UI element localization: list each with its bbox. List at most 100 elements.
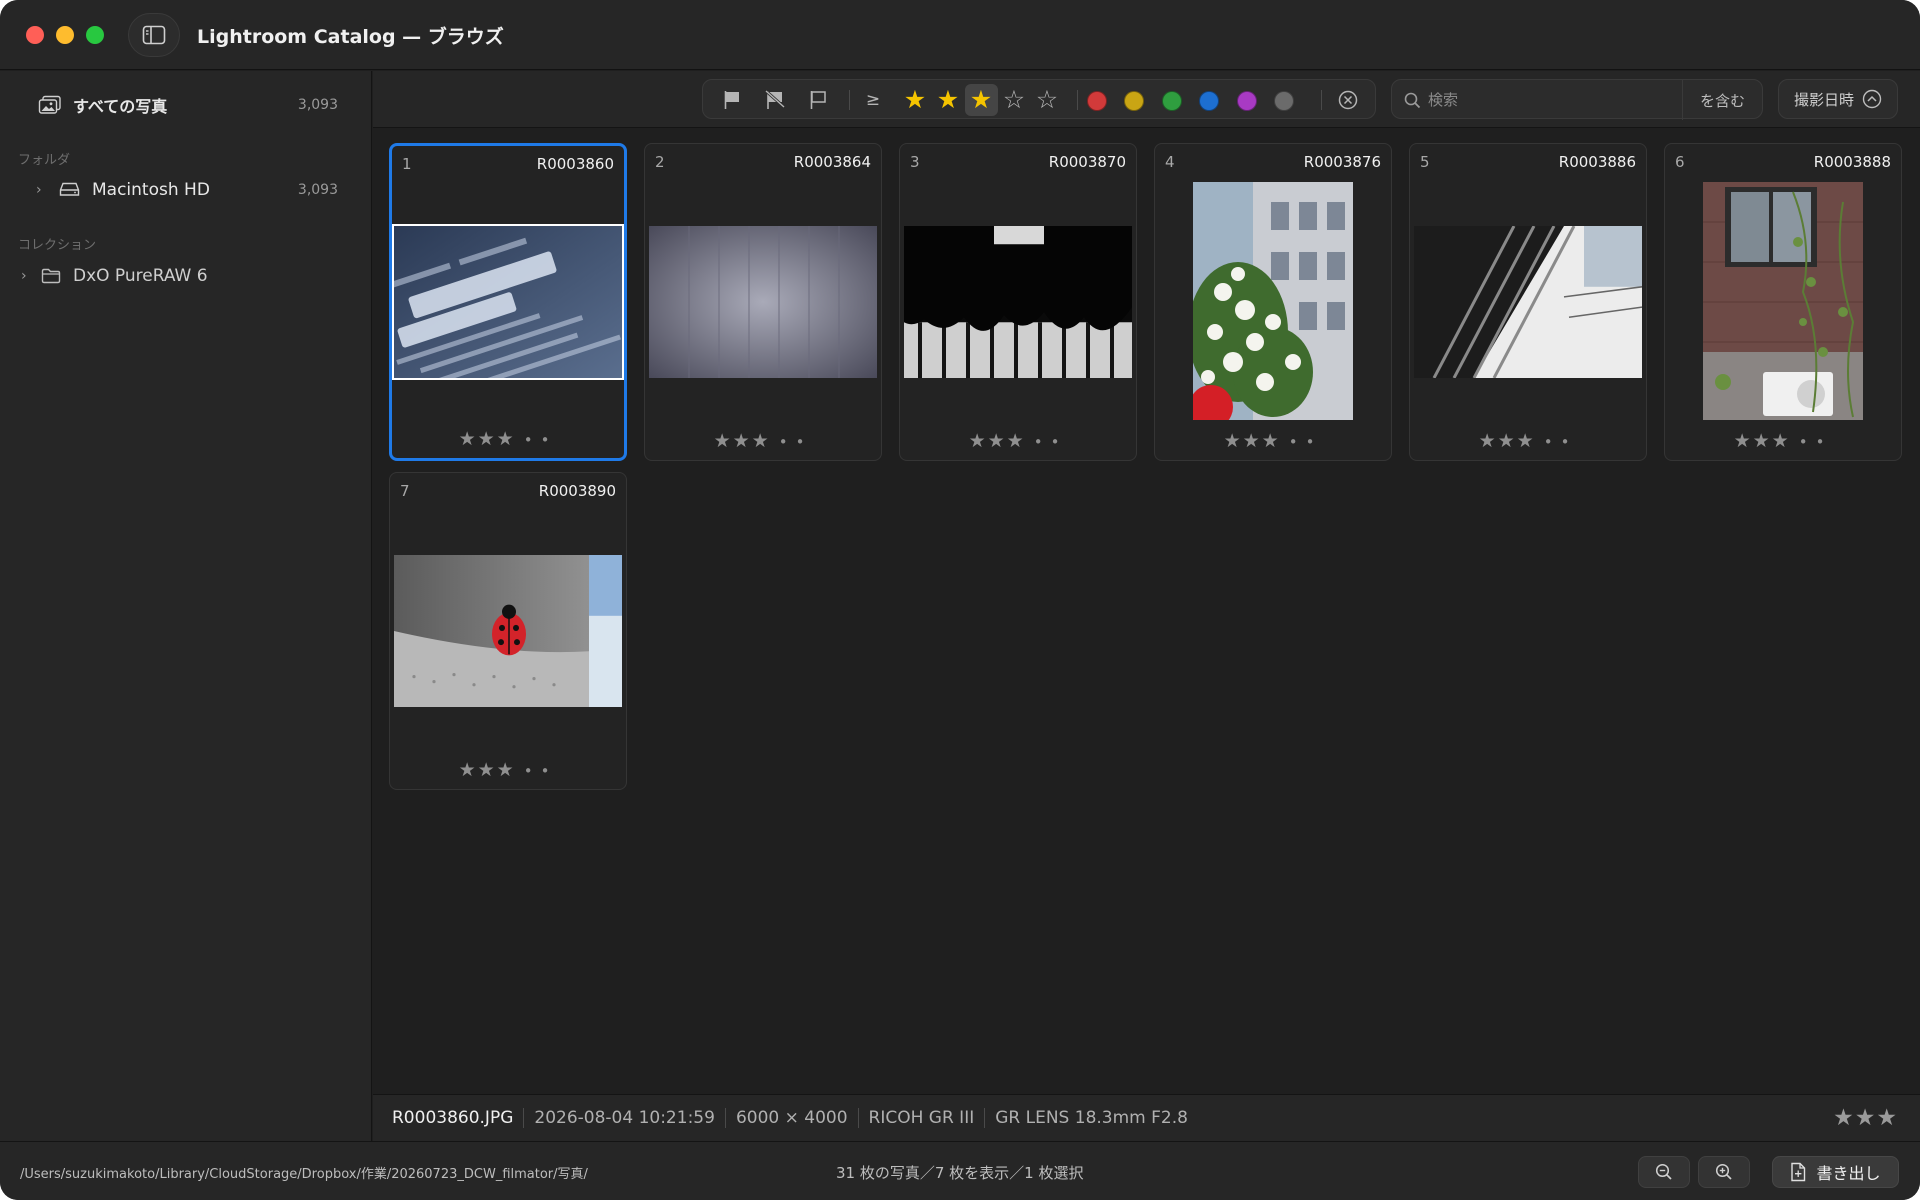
photo-rating[interactable]: ★★★ ••	[900, 430, 1136, 452]
rating-filter: ★ ★ ★ ☆ ☆	[897, 80, 1065, 120]
photo-rating[interactable]: ★★★ ••	[1410, 430, 1646, 452]
folder-icon	[41, 268, 61, 284]
photo-rating[interactable]: ★★★ ••	[1665, 430, 1901, 452]
main-content: ≥ ★★★☆☆ を含む	[373, 71, 1920, 1141]
flag-filter-unflagged[interactable]	[803, 80, 833, 120]
photo-cell[interactable]: 6 R0003888 ★★★ ••	[1664, 143, 1902, 461]
close-window-button[interactable]	[26, 26, 44, 44]
sidebar-toggle-button[interactable]	[128, 13, 180, 57]
flag-outline-icon	[810, 91, 826, 109]
search-input[interactable]	[1428, 89, 1668, 111]
photo-cell[interactable]: 4 R0003876 ★★★ ••	[1154, 143, 1392, 461]
title-bar: Lightroom Catalog — ブラウズ	[0, 0, 1920, 70]
photo-rating[interactable]: ★★★ ••	[645, 430, 881, 452]
photo-index: 7	[400, 482, 410, 500]
sidebar-item-label: DxO PureRAW 6	[73, 266, 208, 286]
maximize-window-button[interactable]	[86, 26, 104, 44]
rating-filter-star-4[interactable]: ☆	[998, 84, 1031, 116]
sidebar-item-label: すべての写真	[73, 97, 168, 116]
photo-cell[interactable]: 7 R0003890 ★★★ ••	[389, 472, 627, 790]
info-camera: RICOH GR III	[857, 1108, 985, 1128]
sidebar-item-all-photos[interactable]: すべての写真 3,093	[0, 85, 372, 125]
photo-filename: R0003888	[1813, 153, 1891, 171]
flag-filled-icon	[724, 91, 739, 109]
flag-filter-rejected[interactable]	[760, 80, 790, 120]
drive-icon	[59, 182, 80, 196]
divider	[1077, 90, 1078, 110]
rating-filter-star-3[interactable]: ★	[964, 84, 998, 116]
sort-button[interactable]: 撮影日時	[1778, 79, 1898, 119]
rating-operator-button[interactable]: ≥	[858, 80, 888, 120]
photo-filename: R0003860	[536, 155, 614, 173]
sort-label: 撮影日時	[1793, 90, 1854, 109]
color-label-gray[interactable]	[1274, 91, 1294, 111]
info-datetime: 2026-08-04 10:21:59	[523, 1108, 725, 1128]
sidebar-item-dxo-pureraw[interactable]: › DxO PureRAW 6	[0, 256, 372, 296]
photo-cell[interactable]: 2 R0003864 ★★★ ••	[644, 143, 882, 461]
export-document-icon	[1791, 1162, 1806, 1182]
photo-filename: R0003886	[1558, 153, 1636, 171]
color-label-blue[interactable]	[1199, 91, 1220, 111]
zoom-out-icon	[1655, 1163, 1672, 1180]
info-lens: GR LENS 18.3mm F2.8	[984, 1108, 1198, 1128]
photo-thumbnail[interactable]	[392, 224, 624, 380]
sidebar-item-label: Macintosh HD	[92, 180, 210, 200]
sidebar-icon	[142, 25, 166, 45]
flag-filter-picked[interactable]	[717, 80, 747, 120]
flag-rejected-icon	[765, 90, 785, 109]
info-rating[interactable]: ★★★	[1833, 1105, 1898, 1131]
rating-filter-star-5[interactable]: ☆	[1031, 84, 1064, 116]
color-label-green[interactable]	[1161, 91, 1182, 111]
sidebar-item-macintosh-hd[interactable]: › Macintosh HD 3,093	[0, 170, 372, 210]
photo-cell[interactable]: 5 R0003886 ★★★ ••	[1409, 143, 1647, 461]
photo-filename: R0003876	[1303, 153, 1381, 171]
zoom-in-button[interactable]	[1698, 1156, 1750, 1188]
info-dimensions: 6000 × 4000	[724, 1108, 858, 1128]
photo-cell[interactable]: 3 R0003870 ★★★ ••	[899, 143, 1137, 461]
photo-rating[interactable]: ★★★ ••	[1155, 430, 1391, 452]
chevron-up-circle-icon	[1862, 89, 1882, 109]
photo-thumbnail[interactable]	[904, 226, 1132, 378]
photo-index: 3	[910, 153, 920, 171]
filter-bar: ≥ ★★★☆☆ を含む	[373, 71, 1920, 128]
info-filename: R0003860.JPG	[392, 1108, 514, 1128]
folders-section-header: フォルダ	[18, 153, 71, 168]
window-title: Lightroom Catalog — ブラウズ	[197, 26, 504, 48]
color-label-yellow[interactable]	[1124, 91, 1145, 111]
minimize-window-button[interactable]	[56, 26, 74, 44]
app-window: Lightroom Catalog — ブラウズ すべての写真 3,093 フォ…	[0, 0, 1920, 1200]
chevron-right-icon[interactable]: ›	[36, 182, 42, 198]
photo-index: 2	[655, 153, 665, 171]
photo-filename: R0003890	[538, 482, 616, 500]
photos-icon	[38, 95, 61, 114]
photo-index: 1	[402, 155, 412, 173]
color-label-red[interactable]	[1087, 91, 1107, 111]
photo-cell[interactable]: 1 R0003860 ★★★ ••	[389, 143, 627, 461]
zoom-out-button[interactable]	[1638, 1156, 1690, 1188]
rating-filter-star-2[interactable]: ★	[932, 84, 965, 116]
photo-thumbnail[interactable]	[649, 226, 877, 378]
photo-filename: R0003870	[1048, 153, 1126, 171]
photo-index: 6	[1675, 153, 1685, 171]
sidebar: すべての写真 3,093 フォルダ › Macintosh HD 3,093 コ…	[0, 71, 372, 1141]
clear-circle-icon	[1338, 90, 1358, 110]
export-button[interactable]: 書き出し	[1772, 1156, 1899, 1188]
collections-section-header: コレクション	[18, 238, 97, 253]
chevron-right-icon[interactable]: ›	[21, 268, 27, 284]
photo-thumbnail[interactable]	[1414, 226, 1642, 378]
color-label-purple[interactable]	[1236, 91, 1257, 111]
photo-index: 5	[1420, 153, 1430, 171]
folder-path: /Users/suzukimakoto/Library/CloudStorage…	[20, 1167, 588, 1182]
photo-thumbnail[interactable]	[394, 555, 622, 707]
rating-filter-star-1[interactable]: ★	[899, 84, 932, 116]
photo-rating[interactable]: ★★★ ••	[392, 428, 624, 450]
sidebar-item-count: 3,093	[297, 182, 338, 198]
divider	[1321, 90, 1322, 110]
photo-info-bar: R0003860.JPG 2026-08-04 10:21:59 6000 × …	[373, 1094, 1920, 1141]
photo-thumbnail[interactable]	[1703, 182, 1863, 420]
photo-rating[interactable]: ★★★ ••	[390, 759, 626, 781]
photo-index: 4	[1165, 153, 1175, 171]
search-match-mode-button[interactable]: を含む	[1682, 80, 1762, 120]
clear-filter-button[interactable]	[1331, 80, 1365, 120]
photo-thumbnail[interactable]	[1193, 182, 1353, 420]
